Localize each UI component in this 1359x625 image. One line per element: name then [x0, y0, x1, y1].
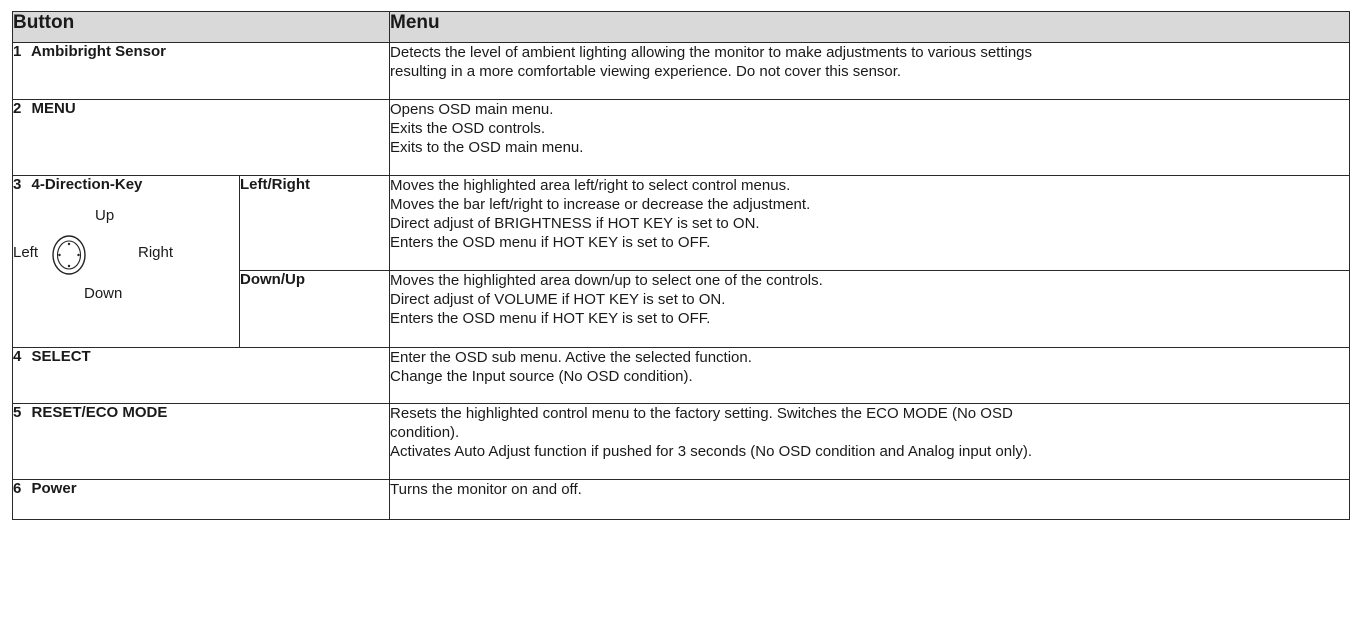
description-line: Enter the OSD sub menu. Active the selec…	[390, 349, 752, 366]
description-line: Direct adjust of BRIGHTNESS if HOT KEY i…	[390, 215, 760, 232]
description-line: Turns the monitor on and off.	[390, 481, 582, 498]
row-number: 6	[13, 480, 22, 497]
menu-description: Resets the highlighted control menu to t…	[389, 403, 1351, 480]
button-cell: 1 Ambibright Sensor	[11, 42, 391, 100]
button-label: Ambibright Sensor	[30, 43, 166, 60]
header-button: Button	[11, 11, 391, 43]
table-row: 5 RESET/ECO MODE Resets the highlighted …	[11, 403, 1351, 480]
description-line: condition).	[390, 424, 460, 441]
row-number: 2	[13, 100, 22, 117]
description-line: Detects the level of ambient lighting al…	[390, 44, 1033, 61]
menu-description: Enter the OSD sub menu. Active the selec…	[389, 347, 1351, 404]
direction-up-label: Up	[95, 207, 115, 224]
button-cell: 3 4-Direction-Key Up Left Right Down	[12, 175, 240, 348]
header-menu: Menu	[389, 11, 1351, 43]
menu-description: Moves the highlighted area down/up to se…	[389, 270, 1351, 348]
sub-button-cell: Left/Right	[238, 175, 391, 271]
description-line: Moves the highlighted area down/up to se…	[390, 272, 823, 289]
button-cell: 4 SELECT	[11, 347, 391, 404]
description-line: Direct adjust of VOLUME if HOT KEY is se…	[390, 291, 726, 308]
button-menu-table: Button Menu 1 Ambibright Sensor Detects …	[11, 11, 1351, 520]
button-cell: 6 Power	[11, 479, 391, 520]
row-number: 4	[13, 348, 22, 365]
direction-down-label: Down	[84, 285, 123, 302]
button-label: SELECT	[31, 348, 91, 365]
table-row: 3 4-Direction-Key Up Left Right Down Lef…	[12, 175, 1351, 348]
table-row: 6 Power Turns the monitor on and off.	[11, 479, 1351, 520]
table-header-row: Button Menu	[11, 11, 1351, 43]
description-line: resulting in a more comfortable viewing …	[390, 63, 902, 80]
description-line: Exits to the OSD main menu.	[390, 139, 584, 156]
button-label: RESET/ECO MODE	[31, 404, 168, 421]
button-label: MENU	[31, 100, 76, 117]
description-line: Activates Auto Adjust function if pushed…	[390, 443, 1033, 460]
description-line: Enters the OSD menu if HOT KEY is set to…	[390, 310, 711, 327]
direction-key-diagram: Up Left Right Down	[13, 207, 223, 307]
button-cell: 5 RESET/ECO MODE	[11, 403, 391, 480]
description-line: Resets the highlighted control menu to t…	[390, 405, 1013, 422]
description-line: Change the Input source (No OSD conditio…	[390, 368, 693, 385]
description-line: Exits the OSD controls.	[390, 120, 546, 137]
direction-right-label: Right	[138, 244, 174, 261]
table-row: 2 MENU Opens OSD main menu. Exits the OS…	[11, 99, 1351, 176]
menu-description: Moves the highlighted area left/right to…	[389, 175, 1351, 271]
menu-description: Turns the monitor on and off.	[389, 479, 1351, 520]
button-label: 4-Direction-Key	[31, 176, 143, 193]
description-line: Opens OSD main menu.	[390, 101, 554, 118]
menu-description: Detects the level of ambient lighting al…	[389, 42, 1351, 100]
table-row: 1 Ambibright Sensor Detects the level of…	[11, 42, 1351, 100]
description-line: Moves the bar left/right to increase or …	[390, 196, 811, 213]
sub-button-cell: Down/Up	[238, 270, 391, 348]
button-cell: 2 MENU	[11, 99, 391, 176]
description-line: Moves the highlighted area left/right to…	[390, 177, 791, 194]
description-line: Enters the OSD menu if HOT KEY is set to…	[390, 234, 711, 251]
menu-description: Opens OSD main menu. Exits the OSD contr…	[389, 99, 1351, 176]
table-row: 4 SELECT Enter the OSD sub menu. Active …	[11, 347, 1351, 404]
button-label: Power	[31, 480, 77, 497]
joystick-icon	[52, 235, 86, 275]
row-number: 3	[13, 176, 22, 193]
row-number: 1	[13, 43, 22, 60]
direction-left-label: Left	[13, 244, 39, 261]
row-number: 5	[13, 404, 22, 421]
